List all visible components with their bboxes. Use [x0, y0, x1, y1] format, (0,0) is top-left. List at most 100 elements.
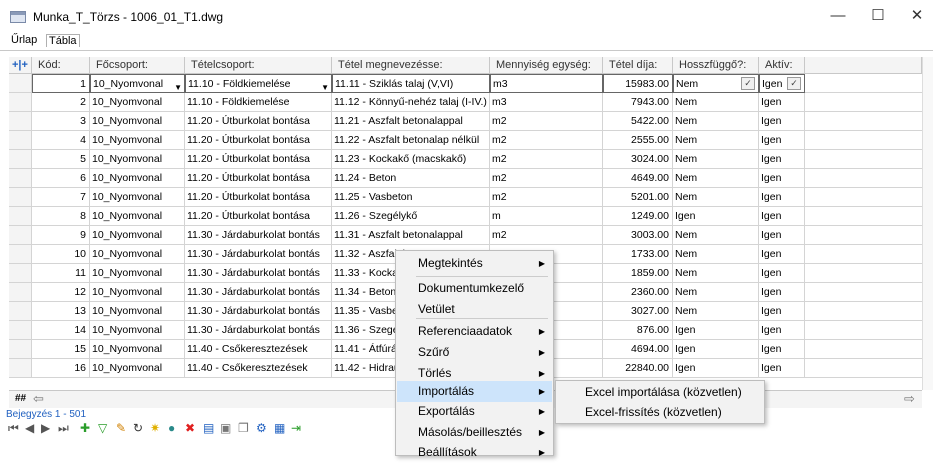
cell-hossz[interactable]: Igen	[673, 207, 759, 226]
checkbox-icon[interactable]: ✓	[787, 77, 801, 90]
cell-kod[interactable]: 2	[32, 93, 90, 112]
cell-aktiv[interactable]: Igen	[759, 150, 805, 169]
cell-focs[interactable]: 10_Nyomvonal	[90, 150, 185, 169]
cell-hossz[interactable]: Nem	[673, 283, 759, 302]
cell-kod[interactable]: 3	[32, 112, 90, 131]
menu-item-megtekint-s[interactable]: Megtekintés ▶	[397, 253, 552, 274]
cell-dij[interactable]: 3003.00	[603, 226, 673, 245]
cell-tcs[interactable]: 11.10 - Földkiemelése	[185, 93, 332, 112]
first-record-icon[interactable]: ⏮	[8, 419, 19, 437]
table-row[interactable]: 1 10_Nyomvonal ▼ 11.10 - Földkiemelése ▼ 11.1…	[9, 74, 922, 93]
row-selector[interactable]	[9, 283, 32, 302]
cell-dij[interactable]: 2555.00	[603, 131, 673, 150]
cell-kod[interactable]: 8	[32, 207, 90, 226]
prev-record-icon[interactable]: ◀	[25, 419, 34, 437]
cell-dij[interactable]: 2360.00	[603, 283, 673, 302]
cell-nev[interactable]: 11.23 - Kockakő (macskakő)	[332, 150, 490, 169]
cell-dij[interactable]: 4649.00	[603, 169, 673, 188]
minimize-button[interactable]: —	[818, 4, 858, 28]
zoom-icon[interactable]: ●	[168, 419, 175, 437]
last-record-icon[interactable]: ⏭	[58, 419, 69, 437]
menu-item-referenciaadatok[interactable]: Referenciaadatok ▶	[397, 321, 552, 342]
menu-item-dokumentumkezel-[interactable]: Dokumentumkezelő	[397, 278, 552, 299]
column-header-tcs[interactable]: Tételcsoport:	[185, 57, 332, 74]
menu-item-be-ll-t-sok[interactable]: Beállítások ▶	[397, 442, 552, 463]
cell-hossz[interactable]: Nem	[673, 169, 759, 188]
close-button[interactable]: ✕	[897, 4, 933, 28]
cell-focs[interactable]: 10_Nyomvonal	[90, 283, 185, 302]
cell-kod[interactable]: 1	[32, 74, 90, 93]
cell-hossz[interactable]: Nem	[673, 264, 759, 283]
cell-nev[interactable]: 11.11 - Sziklás talaj (V,VI)	[332, 74, 490, 93]
cell-me[interactable]: m	[490, 207, 603, 226]
print-icon[interactable]: ▤	[203, 419, 214, 437]
cell-hossz[interactable]: Nem	[673, 226, 759, 245]
row-selector[interactable]	[9, 93, 32, 112]
cell-kod[interactable]: 12	[32, 283, 90, 302]
cell-tcs[interactable]: 11.20 - Útburkolat bontása	[185, 150, 332, 169]
row-selector[interactable]	[9, 226, 32, 245]
row-selector[interactable]	[9, 340, 32, 359]
cell-tcs[interactable]: 11.30 - Járdaburkolat bontás	[185, 226, 332, 245]
cell-tcs[interactable]: 11.30 - Járdaburkolat bontás	[185, 283, 332, 302]
cell-me[interactable]: m3	[490, 74, 603, 93]
menu-item-m-sol-s-beilleszt-s[interactable]: Másolás/beillesztés ▶	[397, 422, 552, 443]
cell-dij[interactable]: 22840.00	[603, 359, 673, 378]
table-icon[interactable]: ▦	[274, 419, 285, 437]
cell-nev[interactable]: 11.24 - Beton	[332, 169, 490, 188]
row-selector[interactable]	[9, 321, 32, 340]
cell-kod[interactable]: 13	[32, 302, 90, 321]
row-selector[interactable]	[9, 188, 32, 207]
tab-urlap[interactable]: Űrlap	[11, 34, 37, 46]
cell-focs[interactable]: 10_Nyomvonal ▼	[90, 74, 185, 93]
cell-dij[interactable]: 7943.00	[603, 93, 673, 112]
cell-hossz[interactable]: Igen	[673, 321, 759, 340]
column-header-dij[interactable]: Tétel díja:	[603, 57, 673, 74]
cell-aktiv[interactable]: Igen	[759, 264, 805, 283]
cell-tcs[interactable]: 11.30 - Járdaburkolat bontás	[185, 264, 332, 283]
cell-tcs[interactable]: 11.20 - Útburkolat bontása	[185, 207, 332, 226]
cell-nev[interactable]: 11.26 - Szegélykő	[332, 207, 490, 226]
row-selector[interactable]	[9, 169, 32, 188]
cell-hossz[interactable]: Igen	[673, 340, 759, 359]
cell-me[interactable]: m2	[490, 150, 603, 169]
table-row[interactable]: 8 10_Nyomvonal 11.20 - Útburkolat bontása 1…	[9, 207, 922, 226]
cell-tcs[interactable]: 11.30 - Járdaburkolat bontás	[185, 321, 332, 340]
cell-dij[interactable]: 1859.00	[603, 264, 673, 283]
cell-dij[interactable]: 5201.00	[603, 188, 673, 207]
cell-focs[interactable]: 10_Nyomvonal	[90, 245, 185, 264]
edit-icon[interactable]: ✎	[116, 419, 126, 437]
cell-tcs[interactable]: 11.20 - Útburkolat bontása	[185, 169, 332, 188]
column-header-kod[interactable]: Kód:	[32, 57, 90, 74]
cell-me[interactable]: m2	[490, 226, 603, 245]
column-header-aktiv[interactable]: Aktív:	[759, 57, 805, 74]
copy-icon[interactable]: ❐	[238, 419, 249, 437]
cell-nev[interactable]: 11.31 - Aszfalt betonalappal	[332, 226, 490, 245]
cell-focs[interactable]: 10_Nyomvonal	[90, 264, 185, 283]
cell-tcs[interactable]: 11.30 - Járdaburkolat bontás	[185, 302, 332, 321]
cell-nev[interactable]: 11.12 - Könnyű-nehéz talaj (I-IV.)	[332, 93, 490, 112]
cell-me[interactable]: m3	[490, 93, 603, 112]
column-resize-icon[interactable]: +|+	[9, 57, 32, 74]
column-header-focs[interactable]: Főcsoport:	[90, 57, 185, 74]
table-row[interactable]: 7 10_Nyomvonal 11.20 - Útburkolat bontása 1…	[9, 188, 922, 207]
row-selector[interactable]	[9, 359, 32, 378]
cell-aktiv[interactable]: Igen	[759, 112, 805, 131]
cell-dij[interactable]: 3024.00	[603, 150, 673, 169]
menu-item-import-l-s[interactable]: Importálás ▶	[397, 381, 552, 402]
row-selector[interactable]	[9, 264, 32, 283]
cell-dij[interactable]: 1733.00	[603, 245, 673, 264]
dropdown-arrow-icon[interactable]: ▼	[174, 79, 182, 92]
cell-tcs[interactable]: 11.20 - Útburkolat bontása	[185, 188, 332, 207]
cell-focs[interactable]: 10_Nyomvonal	[90, 112, 185, 131]
cell-kod[interactable]: 7	[32, 188, 90, 207]
cell-kod[interactable]: 11	[32, 264, 90, 283]
table-row[interactable]: 6 10_Nyomvonal 11.20 - Útburkolat bontása 1…	[9, 169, 922, 188]
cell-aktiv[interactable]: Igen	[759, 359, 805, 378]
column-header-me[interactable]: Mennyiség egység:	[490, 57, 603, 74]
cell-aktiv[interactable]: Igen	[759, 188, 805, 207]
table-row[interactable]: 4 10_Nyomvonal 11.20 - Útburkolat bontása 1…	[9, 131, 922, 150]
cell-aktiv[interactable]: Igen ✓	[759, 74, 805, 93]
row-selector[interactable]	[9, 112, 32, 131]
row-selector[interactable]	[9, 207, 32, 226]
